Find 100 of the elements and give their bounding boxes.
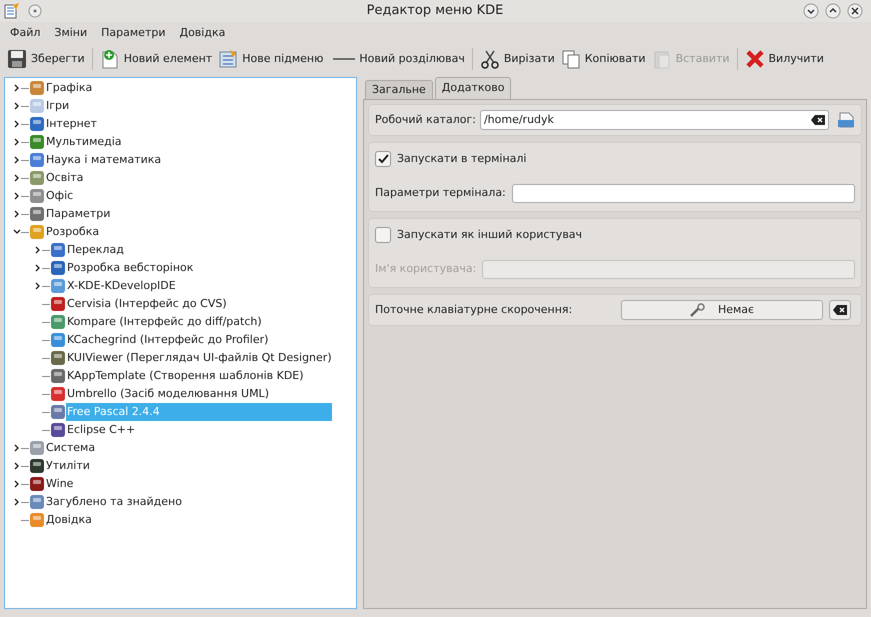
tree-item[interactable]: Переклад: [66, 241, 127, 259]
save-button[interactable]: Зберегти: [4, 46, 88, 72]
menu-item[interactable]: Параметри: [95, 24, 172, 42]
tile-icon: [29, 512, 45, 528]
new-submenu-button[interactable]: Нове підменю: [215, 46, 326, 72]
tree-item[interactable]: Розробка вебсторінок: [66, 259, 196, 277]
clipboard-icon: [652, 49, 672, 69]
field-label: Ім'я користувача:: [375, 261, 476, 278]
tree-item[interactable]: Wine: [45, 475, 76, 493]
new-item-button[interactable]: Новий елемент: [96, 46, 216, 72]
field-label: Поточне клавіатурне скорочення:: [375, 302, 574, 318]
tab[interactable]: Додатково: [434, 77, 512, 99]
expander-icon[interactable]: [34, 263, 42, 273]
maximize-button[interactable]: [825, 3, 841, 19]
tile-icon: [50, 350, 66, 366]
tree-item[interactable]: Ігри: [45, 97, 72, 115]
tree-item[interactable]: KCachegrind (Інтерфейс до Profiler): [66, 331, 272, 349]
tree-item[interactable]: Офіс: [45, 187, 76, 205]
close-button[interactable]: [847, 3, 863, 19]
minimize-button[interactable]: [803, 3, 819, 19]
checkbox-label: Запускати в терміналі: [397, 151, 526, 168]
tile-icon: [29, 134, 45, 150]
tile-icon: [29, 98, 45, 114]
tree-item[interactable]: Eclipse C++: [66, 421, 138, 439]
working-directory-field[interactable]: /home/rudyk: [480, 110, 829, 130]
expander-icon[interactable]: [13, 101, 21, 111]
tree-item[interactable]: Наука і математика: [45, 151, 164, 169]
menu-item[interactable]: Файл: [4, 24, 46, 42]
tree-item[interactable]: Освіта: [45, 169, 86, 187]
clear-button[interactable]: [829, 300, 851, 320]
expander-icon[interactable]: [13, 461, 21, 471]
menu-list-icon: [218, 49, 238, 69]
shortcut-button[interactable]: Немає: [621, 300, 823, 320]
menu-tree[interactable]: [4, 77, 357, 609]
expander-icon[interactable]: [13, 443, 21, 453]
menu-item[interactable]: Зміни: [48, 24, 94, 42]
clear-icon[interactable]: [811, 115, 825, 125]
tree-item[interactable]: Інтернет: [45, 115, 100, 133]
tree-item[interactable]: Графіка: [45, 79, 96, 97]
field-value: /home/rudyk: [484, 112, 554, 128]
expander-icon[interactable]: [34, 281, 42, 291]
tree-item[interactable]: Розробка: [45, 223, 102, 241]
horizontal-line-icon: [333, 58, 356, 60]
copy-button[interactable]: Копіювати: [558, 46, 649, 72]
tree-item[interactable]: Загублено та знайдено: [45, 493, 185, 511]
tile-icon: [29, 440, 45, 456]
window-title: Редактор меню KDE: [366, 2, 504, 20]
circle-icon[interactable]: [28, 4, 42, 18]
app-menu-icon[interactable]: [4, 3, 20, 19]
tile-icon: [29, 170, 45, 186]
tree-item[interactable]: Довідка: [45, 511, 95, 529]
terminal-options-field[interactable]: [512, 184, 855, 203]
folder-open-icon[interactable]: [837, 112, 855, 128]
expander-icon[interactable]: [13, 83, 21, 93]
tile-icon: [29, 206, 45, 222]
tree-item[interactable]: Umbrello (Засіб моделювання UML): [66, 385, 272, 403]
new-separator-button[interactable]: Новий розділювач: [330, 46, 468, 72]
tree-item[interactable]: KUIViewer (Переглядач UI-файлів Qt Designer): [66, 349, 335, 367]
tile-icon: [50, 278, 66, 294]
tile-icon: [50, 314, 66, 330]
tree-item[interactable]: Утиліти: [45, 457, 93, 475]
tile-icon: [50, 332, 66, 348]
tile-icon: [50, 242, 66, 258]
tile-icon: [50, 404, 66, 420]
expander-icon[interactable]: [13, 209, 21, 219]
field-label: Робочий каталог:: [375, 112, 476, 128]
expander-icon[interactable]: [13, 497, 21, 507]
cut-button[interactable]: Вирізати: [476, 46, 558, 72]
copy-icon: [560, 49, 581, 69]
tree-item[interactable]: KAppTemplate (Створення шаблонів KDE): [66, 367, 307, 385]
checkbox[interactable]: [375, 151, 391, 168]
tree-item[interactable]: Параметри: [45, 205, 114, 223]
tile-icon: [29, 188, 45, 204]
checkbox-label: Запускати як інший користувач: [397, 227, 582, 244]
scissors-icon: [480, 49, 500, 69]
expander-icon[interactable]: [13, 155, 21, 165]
tile-icon: [29, 224, 45, 240]
expander-icon[interactable]: [13, 173, 21, 183]
tree-item[interactable]: Мультимедіа: [45, 133, 125, 151]
checkbox[interactable]: [375, 227, 391, 244]
new-document-icon: [100, 49, 120, 69]
tile-icon: [29, 152, 45, 168]
tile-icon: [50, 422, 66, 438]
expander-icon[interactable]: [13, 119, 21, 129]
tab[interactable]: Загальне: [365, 80, 433, 99]
tree-item[interactable]: Kompare (Інтерфейс до diff/patch): [66, 313, 265, 331]
tile-icon: [29, 476, 45, 492]
expander-icon[interactable]: [13, 191, 21, 201]
tree-item[interactable]: X-KDE-KDevelopIDE: [66, 277, 179, 295]
tile-icon: [29, 80, 45, 96]
tile-icon: [50, 296, 66, 312]
expander-icon[interactable]: [13, 479, 21, 489]
tree-item[interactable]: Система: [45, 439, 98, 457]
expander-icon[interactable]: [34, 245, 42, 255]
tree-item[interactable]: Cervisia (Інтерфейс до CVS): [66, 295, 230, 313]
expander-icon[interactable]: [13, 137, 21, 147]
tile-icon: [29, 116, 45, 132]
menu-item[interactable]: Довідка: [173, 24, 232, 42]
field-label: Параметри термінала:: [375, 185, 506, 202]
delete-button[interactable]: Вилучити: [742, 46, 827, 72]
